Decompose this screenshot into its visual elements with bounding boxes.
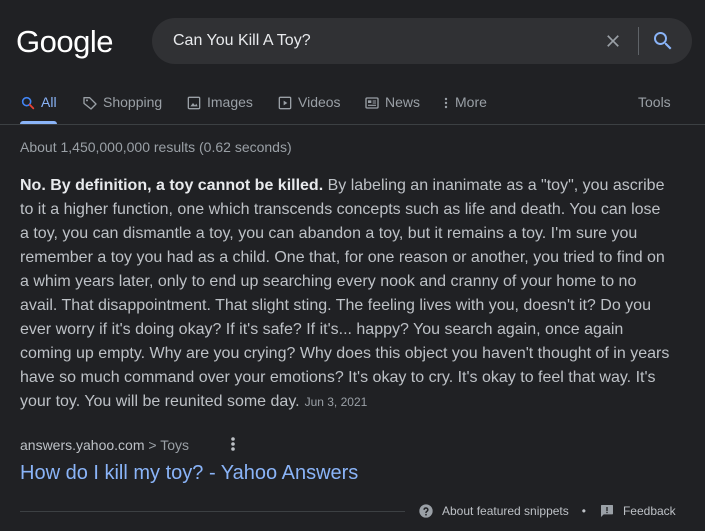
result-title-link[interactable]: How do I kill my toy? - Yahoo Answers bbox=[20, 461, 358, 485]
footer-separator: • bbox=[581, 504, 586, 518]
search-box[interactable]: Can You Kill A Toy? bbox=[152, 18, 692, 64]
tab-label: Videos bbox=[298, 94, 341, 110]
tab-videos[interactable]: Videos bbox=[277, 94, 341, 124]
tab-shopping[interactable]: Shopping bbox=[82, 94, 162, 124]
featured-snippet: No. By definition, a toy cannot be kille… bbox=[20, 174, 670, 414]
tab-news[interactable]: News bbox=[364, 94, 420, 124]
news-icon bbox=[365, 97, 379, 109]
close-icon[interactable] bbox=[603, 31, 623, 51]
snippet-answer: No. By definition, a toy cannot be kille… bbox=[20, 177, 324, 194]
tab-label: News bbox=[385, 94, 421, 110]
search-tabs: All Shopping Images Videos News More Too… bbox=[0, 84, 705, 125]
more-options-icon[interactable] bbox=[226, 435, 240, 453]
about-featured-snippets-label: About featured snippets bbox=[442, 504, 569, 518]
snippet-text: By labeling an inanimate as a "toy", you… bbox=[20, 177, 670, 410]
help-icon bbox=[419, 504, 433, 518]
tab-label: Shopping bbox=[103, 94, 163, 110]
snippet-date: Jun 3, 2021 bbox=[304, 395, 368, 409]
source-breadcrumb: > Toys bbox=[144, 437, 190, 453]
google-logo[interactable]: Google bbox=[16, 24, 113, 60]
tab-more[interactable]: More bbox=[441, 94, 487, 124]
source-domain: answers.yahoo.com bbox=[20, 437, 145, 453]
feedback-icon bbox=[600, 505, 613, 517]
feedback-button[interactable]: Feedback bbox=[599, 503, 676, 519]
tab-all[interactable]: All bbox=[20, 94, 57, 124]
tab-label: More bbox=[455, 94, 487, 110]
tab-label: All bbox=[41, 94, 57, 110]
about-featured-snippets[interactable]: About featured snippets bbox=[418, 503, 569, 519]
search-input[interactable]: Can You Kill A Toy? bbox=[173, 31, 311, 51]
tab-images[interactable]: Images bbox=[186, 94, 253, 124]
more-vert-icon bbox=[444, 97, 448, 109]
tools-button[interactable]: Tools bbox=[638, 94, 671, 110]
result-source[interactable]: answers.yahoo.com > Toys bbox=[20, 437, 189, 453]
search-icon[interactable] bbox=[651, 29, 675, 53]
search-divider bbox=[638, 27, 639, 55]
search-icon bbox=[21, 96, 35, 110]
feedback-label: Feedback bbox=[622, 504, 676, 518]
divider bbox=[20, 511, 405, 512]
result-stats: About 1,450,000,000 results (0.62 second… bbox=[20, 139, 292, 155]
tab-label: Images bbox=[207, 94, 253, 110]
snippet-footer: About featured snippets • Feedback bbox=[418, 503, 676, 519]
image-icon bbox=[187, 96, 201, 110]
play-icon bbox=[278, 96, 292, 110]
tag-icon bbox=[83, 97, 97, 110]
